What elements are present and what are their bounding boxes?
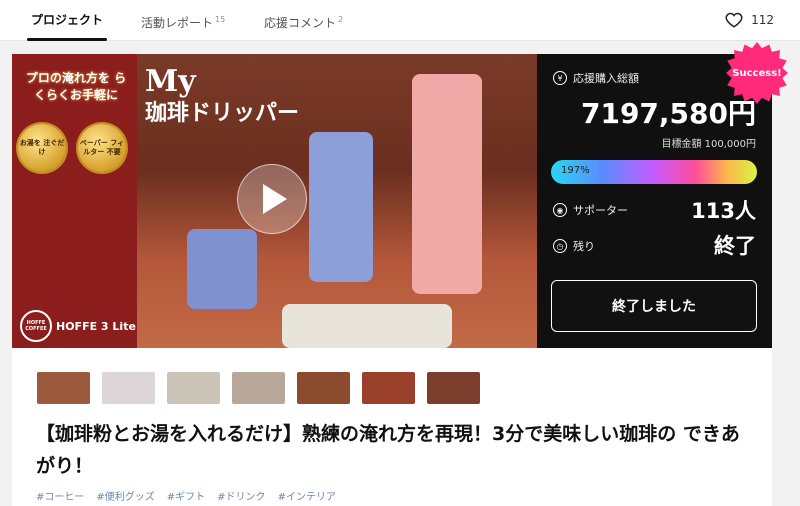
thumbnail-5[interactable] — [297, 372, 350, 404]
project-headline: 【珈琲粉とお湯を入れるだけ】熟練の淹れ方を再現！3分で美味しい珈琲の できあがり… — [36, 423, 740, 477]
funding-stats-panel: Success! ¥ 応援購入総額 7197,580円 目標金額 100,000… — [537, 42, 788, 348]
tab-activity-report[interactable]: 活動レポート 15 — [141, 0, 225, 41]
thumbnail-2[interactable] — [102, 372, 155, 404]
promo-panel: プロの淹れ方を らくらくお手軽に お湯を 注ぐだけ ペーパー フィルター 不要 … — [12, 54, 137, 348]
supporters-value: 113人 — [691, 199, 756, 223]
coffee-pack-shape — [282, 304, 452, 348]
blue-dripper-shape — [309, 132, 373, 282]
tab-support-comments[interactable]: 応援コメント 2 — [264, 0, 343, 41]
thumbnail-6[interactable] — [362, 372, 415, 404]
thumbnail-strip — [37, 372, 480, 404]
play-video-button[interactable] — [237, 164, 307, 234]
remaining-label-row: ◷ 残り — [553, 238, 595, 254]
medal-badge-pour: お湯を 注ぐだけ — [18, 124, 66, 172]
remaining-value: 終了 — [714, 234, 756, 258]
like-button[interactable]: 112 — [725, 0, 774, 40]
blue-mug-shape — [187, 229, 257, 309]
thumbnail-4[interactable] — [232, 372, 285, 404]
thumbnail-1[interactable] — [37, 372, 90, 404]
brand-logo: HOFFE COFFEE HOFFE 3 Lite — [20, 310, 136, 342]
promo-text: プロの淹れ方を らくらくお手軽に — [25, 71, 127, 102]
tab-project-label: プロジェクト — [31, 13, 104, 27]
heart-icon — [725, 12, 743, 28]
tag-link[interactable]: #コーヒー — [36, 488, 84, 503]
medal-badge-no-filter: ペーパー フィルター 不要 — [78, 124, 126, 172]
person-icon: ◉ — [553, 203, 567, 217]
tag-link[interactable]: #インテリア — [278, 488, 336, 503]
product-title-overlay: My 珈琲ドリッパー — [145, 64, 299, 127]
supporters-label: サポーター — [573, 204, 628, 217]
progress-bar: 197% — [551, 160, 757, 184]
goal-amount: 目標金額 100,000円 — [661, 139, 756, 150]
progress-percent: 197% — [561, 165, 590, 176]
brand-name: HOFFE 3 Lite — [56, 319, 136, 333]
product-title-my: My — [145, 64, 196, 99]
tab-support-comments-label: 応援コメント — [264, 16, 337, 30]
total-amount: 7197,580円 — [580, 97, 756, 130]
remaining-label: 残り — [573, 240, 595, 253]
tag-list: #コーヒー #便利グッズ #ギフト #ドリンク #インテリア — [36, 488, 336, 503]
tab-project[interactable]: プロジェクト — [26, 0, 108, 41]
like-count: 112 — [751, 13, 774, 27]
brand-mark: HOFFE COFFEE — [20, 310, 52, 342]
thumbnail-3[interactable] — [167, 372, 220, 404]
project-card: プロの淹れ方を らくらくお手軽に お湯を 注ぐだけ ペーパー フィルター 不要 … — [12, 42, 788, 506]
supporters-label-row: ◉ サポーター — [553, 202, 628, 218]
hero-media[interactable]: プロの淹れ方を らくらくお手軽に お湯を 注ぐだけ ペーパー フィルター 不要 … — [12, 54, 537, 348]
tab-activity-report-label: 活動レポート — [141, 16, 214, 30]
yen-icon: ¥ — [553, 71, 567, 85]
product-title-sub: 珈琲ドリッパー — [145, 101, 300, 126]
pink-dripper-shape — [412, 74, 482, 294]
tag-link[interactable]: #ギフト — [167, 488, 205, 503]
ended-button[interactable]: 終了しました — [551, 280, 757, 332]
tag-link[interactable]: #ドリンク — [217, 488, 265, 503]
tag-link[interactable]: #便利グッズ — [96, 488, 154, 503]
thumbnail-7[interactable] — [427, 372, 480, 404]
project-tab-bar: プロジェクト 活動レポート 15 応援コメント 2 112 — [0, 0, 800, 41]
clock-icon: ◷ — [553, 239, 567, 253]
tab-activity-report-count: 15 — [215, 15, 226, 24]
total-label: 応援購入総額 — [573, 72, 639, 85]
total-label-row: ¥ 応援購入総額 — [553, 70, 639, 86]
tab-support-comments-count: 2 — [338, 15, 344, 24]
